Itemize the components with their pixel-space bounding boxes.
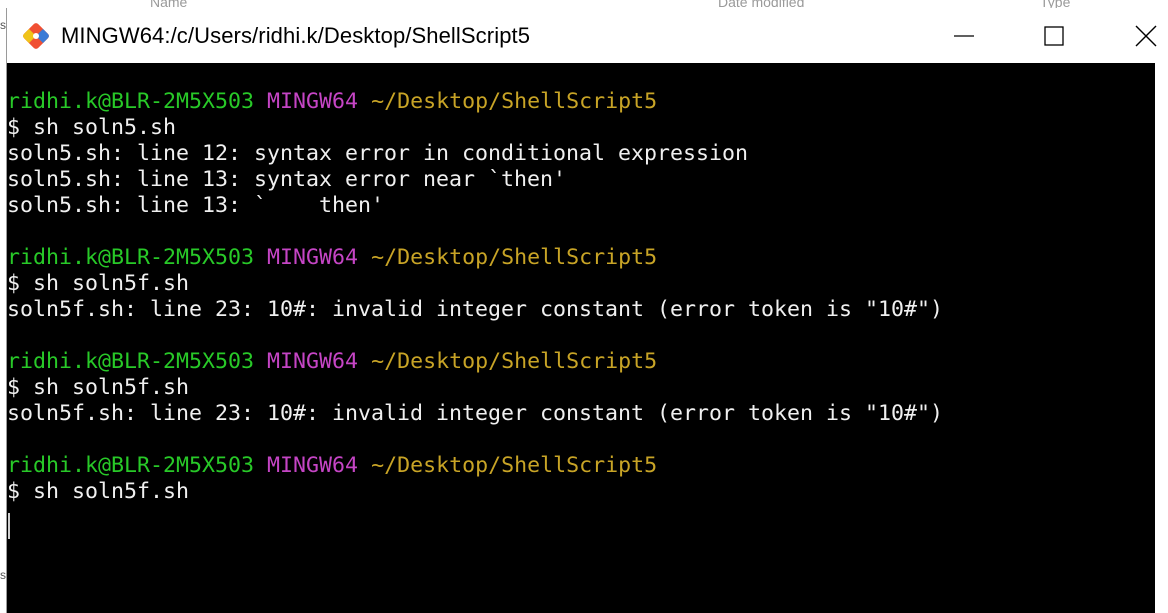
- output-line: soln5.sh: line 12: syntax error in condi…: [7, 141, 749, 166]
- prompt-line: ridhi.k@BLR-2M5X503 MINGW64 ~/Desktop/Sh…: [7, 245, 1155, 271]
- terminal-window: MINGW64:/c/Users/ridhi.k/Desktop/ShellSc…: [6, 8, 1168, 613]
- window-title: MINGW64:/c/Users/ridhi.k/Desktop/ShellSc…: [61, 22, 531, 48]
- text-cursor: [8, 513, 10, 539]
- prompt-line: ridhi.k@BLR-2M5X503 MINGW64 ~/Desktop/Sh…: [7, 453, 1155, 479]
- prompt-system: MINGW64: [267, 349, 359, 374]
- terminal-output[interactable]: ridhi.k@BLR-2M5X503 MINGW64 ~/Desktop/Sh…: [7, 63, 1155, 613]
- prompt-line: ridhi.k@BLR-2M5X503 MINGW64 ~/Desktop/Sh…: [7, 89, 1155, 115]
- output-line: soln5.sh: line 13: ` then': [7, 193, 385, 218]
- prompt-system: MINGW64: [267, 89, 359, 114]
- prompt-system: MINGW64: [267, 245, 359, 270]
- command-line: $ sh soln5.sh: [7, 115, 177, 140]
- output-line: soln5.sh: line 13: syntax error near `th…: [7, 167, 567, 192]
- prompt-user-host: ridhi.k@BLR-2M5X503: [7, 245, 255, 270]
- minimize-button[interactable]: [941, 8, 987, 63]
- close-button[interactable]: [1123, 8, 1168, 63]
- prompt-path: ~/Desktop/ShellScript5: [371, 89, 658, 114]
- output-line: soln5f.sh: line 23: 10#: invalid integer…: [7, 297, 944, 322]
- minimize-icon: [954, 34, 974, 37]
- prompt-line: ridhi.k@BLR-2M5X503 MINGW64 ~/Desktop/Sh…: [7, 349, 1155, 375]
- maximize-icon: [1044, 25, 1064, 46]
- prompt-system: MINGW64: [267, 453, 359, 478]
- prompt-user-host: ridhi.k@BLR-2M5X503: [7, 349, 255, 374]
- prompt-path: ~/Desktop/ShellScript5: [371, 453, 658, 478]
- prompt-path: ~/Desktop/ShellScript5: [371, 349, 658, 374]
- command-line: $ sh soln5f.sh: [7, 375, 190, 400]
- prompt-user-host: ridhi.k@BLR-2M5X503: [7, 89, 255, 114]
- scrollbar[interactable]: [1155, 63, 1168, 613]
- prompt-user-host: ridhi.k@BLR-2M5X503: [7, 453, 255, 478]
- prompt-path: ~/Desktop/ShellScript5: [371, 245, 658, 270]
- git-bash-icon: [21, 21, 51, 51]
- command-line: $ sh soln5f.sh: [7, 479, 190, 504]
- output-line: soln5f.sh: line 23: 10#: invalid integer…: [7, 401, 944, 426]
- title-bar[interactable]: MINGW64:/c/Users/ridhi.k/Desktop/ShellSc…: [7, 8, 1168, 63]
- close-icon: [1135, 25, 1157, 46]
- command-line: $ sh soln5f.sh: [7, 271, 190, 296]
- maximize-button[interactable]: [1031, 8, 1077, 63]
